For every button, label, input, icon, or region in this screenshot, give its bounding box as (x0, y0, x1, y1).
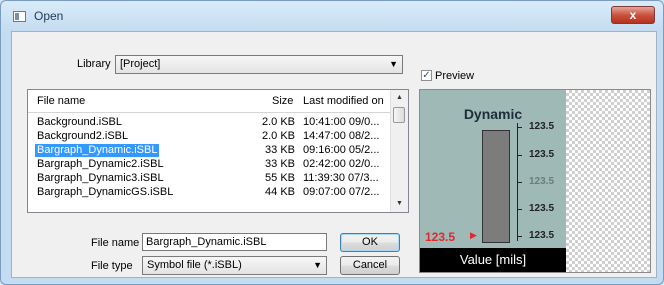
window-icon (13, 11, 26, 22)
window-title: Open (34, 9, 64, 23)
file-size-cell: 33 KB (265, 144, 295, 156)
column-header-size[interactable]: Size (272, 95, 293, 107)
file-type-value: Symbol file (*.iSBL) (147, 259, 242, 271)
file-modified-cell: 11:39:30 07/3... (303, 172, 379, 184)
file-size-cell: 55 KB (265, 172, 295, 184)
transparency-checkerboard (566, 90, 650, 272)
close-button[interactable]: x (611, 6, 655, 24)
title-bar[interactable]: Open x (1, 1, 663, 29)
file-size-cell: 33 KB (265, 158, 295, 170)
ok-button[interactable]: OK (340, 233, 400, 252)
list-item-selected[interactable]: Bargraph_Dynamic.iSBL 33 KB 09:16:00 05/… (28, 143, 392, 158)
column-header-name[interactable]: File name (37, 95, 85, 107)
file-name-cell: Background2.iSBL (37, 130, 129, 142)
library-label: Library (77, 58, 111, 70)
file-list-header: File name Size Last modified on (28, 90, 392, 113)
file-size-cell: 44 KB (265, 186, 295, 198)
file-list[interactable]: File name Size Last modified on Backgrou… (27, 89, 409, 213)
file-type-select[interactable]: Symbol file (*.iSBL) ▼ (142, 256, 327, 275)
file-modified-cell: 14:47:00 08/2... (303, 130, 380, 142)
scale-tick (517, 236, 522, 237)
library-select[interactable]: [Project] ▼ (115, 55, 403, 74)
current-value: 123.5 (425, 230, 456, 244)
list-item[interactable]: Bargraph_DynamicGS.iSBL 44 KB 09:07:00 0… (28, 186, 392, 199)
value-pointer-icon: ▶ (470, 230, 477, 240)
file-name-cell: Bargraph_DynamicGS.iSBL (37, 186, 174, 198)
scale-tick (517, 182, 522, 183)
file-size-cell: 2.0 KB (261, 116, 295, 128)
column-header-modified[interactable]: Last modified on (303, 95, 384, 107)
scroll-down-icon[interactable]: ▼ (391, 196, 408, 212)
list-item[interactable]: Bargraph_Dynamic3.iSBL 55 KB 11:39:30 07… (28, 172, 392, 185)
cancel-button[interactable]: Cancel (340, 256, 400, 275)
scale-tick (517, 155, 522, 156)
scroll-up-icon[interactable]: ▲ (391, 90, 408, 106)
chevron-down-icon: ▼ (389, 59, 398, 69)
list-item[interactable]: Background2.iSBL 2.0 KB 14:47:00 08/2... (28, 130, 392, 143)
scale-label: 123.5 (529, 121, 555, 132)
preview-label: Preview (435, 70, 475, 82)
file-modified-cell: 02:42:00 02/0... (303, 158, 380, 170)
scale-label: 123.5 (529, 176, 555, 187)
file-modified-cell: 10:41:00 09/0... (303, 116, 380, 128)
value-unit-bar: Value [mils] (420, 248, 566, 272)
file-type-label: File type (91, 260, 133, 272)
file-name-cell: Bargraph_Dynamic2.iSBL (37, 158, 164, 170)
chevron-down-icon: ▼ (313, 260, 322, 270)
preview-panel: Dynamic 123.5 123.5 123.5 123.5 123.5 12… (419, 89, 651, 273)
file-modified-cell: 09:16:00 05/2... (303, 144, 380, 156)
scale-label: 123.5 (529, 203, 555, 214)
file-size-cell: 2.0 KB (261, 130, 295, 142)
gauge-title: Dynamic (463, 106, 523, 122)
preview-checkbox[interactable]: ✓ (421, 70, 432, 81)
library-value: [Project] (120, 58, 161, 70)
list-item[interactable]: Bargraph_Dynamic2.iSBL 33 KB 02:42:00 02… (28, 158, 392, 171)
scale-label: 123.5 (529, 230, 555, 241)
file-name-input[interactable]: Bargraph_Dynamic.iSBL (142, 233, 327, 251)
scale-tick (517, 209, 522, 210)
scale-tick (517, 127, 522, 128)
file-modified-cell: 09:07:00 07/2... (303, 186, 380, 198)
file-name-label: File name (91, 237, 140, 249)
scroll-thumb[interactable] (393, 107, 405, 123)
vertical-scrollbar[interactable]: ▲ ▼ (390, 90, 408, 212)
open-dialog: Open x Library [Project] ▼ ✓ Preview Fil… (0, 0, 664, 285)
scale-label: 123.5 (529, 149, 555, 160)
file-name-cell: Background.iSBL (37, 116, 122, 128)
list-item[interactable]: Background.iSBL 2.0 KB 10:41:00 09/0... (28, 116, 392, 129)
file-name-cell: Bargraph_Dynamic.iSBL (33, 143, 161, 158)
file-name-cell: Bargraph_Dynamic3.iSBL (37, 172, 164, 184)
bargraph (482, 130, 510, 243)
